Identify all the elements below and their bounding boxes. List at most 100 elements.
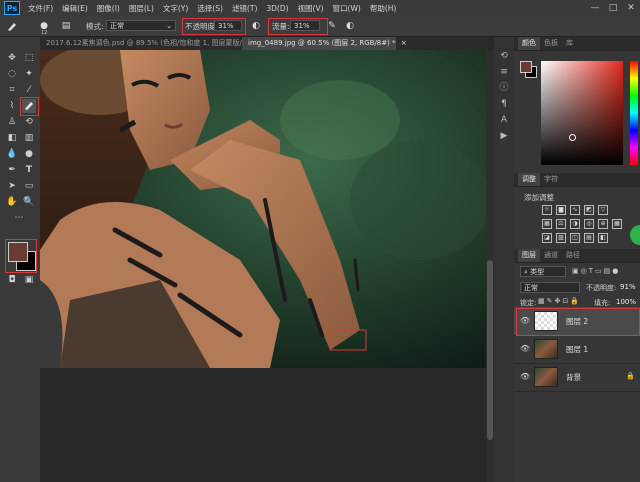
brightness-contrast-icon[interactable]: ☼ xyxy=(542,205,552,215)
color-picker-field[interactable] xyxy=(541,61,623,165)
menu-type[interactable]: 文字(Y) xyxy=(163,3,188,14)
menu-bar: Ps 文件(F) 编辑(E) 图像(I) 图层(L) 文字(Y) 选择(S) 滤… xyxy=(0,0,640,16)
brush-tool-icon[interactable] xyxy=(6,20,18,32)
layer-filter-icons[interactable]: ▣◎T▭▤● xyxy=(572,267,620,275)
menu-layer[interactable]: 图层(L) xyxy=(129,3,154,14)
hue-slider[interactable] xyxy=(630,61,638,165)
pen-icon[interactable]: ✒ xyxy=(5,163,19,177)
tab-color[interactable]: 颜色 xyxy=(518,37,540,50)
quick-select-icon[interactable]: ✦ xyxy=(22,67,36,81)
minimize-button[interactable]: — xyxy=(586,0,604,16)
tab-document-2-label: img_0489.jpg @ 60.5% (图层 2, RGB/8#) * xyxy=(248,39,396,47)
menu-window[interactable]: 窗口(W) xyxy=(333,3,361,14)
airbrush-icon[interactable]: ✎ xyxy=(326,20,338,32)
type-icon[interactable]: T xyxy=(22,163,36,177)
photo-filter-icon[interactable]: ◎ xyxy=(584,219,594,229)
menu-image[interactable]: 图像(I) xyxy=(97,3,120,14)
layer-row-layer1[interactable]: 👁 图层 1 xyxy=(514,335,640,364)
kind-label: 类型 xyxy=(530,268,545,276)
floating-badge[interactable] xyxy=(630,225,640,245)
actions-panel-icon[interactable]: ▶ xyxy=(499,131,509,141)
blur-icon[interactable]: 💧 xyxy=(5,147,19,161)
glyphs-panel-icon[interactable]: A xyxy=(499,115,509,125)
menu-filter[interactable]: 滤镜(T) xyxy=(232,3,257,14)
layer-row-background[interactable]: 👁 背景 🔒 xyxy=(514,363,640,392)
properties-panel-icon[interactable]: ≡ xyxy=(499,67,509,77)
lock-icons[interactable]: ▦✎✥⊡🔒 xyxy=(538,297,581,305)
tab-character[interactable]: 字符 xyxy=(540,173,562,186)
scrollbar-thumb[interactable] xyxy=(487,260,493,440)
hue-saturation-icon[interactable]: ▦ xyxy=(542,219,552,229)
color-lookup-icon[interactable]: ▦ xyxy=(612,219,622,229)
paragraph-panel-icon[interactable]: ¶ xyxy=(499,99,509,109)
healing-icon[interactable]: ⌇ xyxy=(5,99,19,113)
tab-adjustments[interactable]: 调整 xyxy=(518,173,540,186)
path-select-icon[interactable]: ➤ xyxy=(5,179,19,193)
dodge-icon[interactable]: ● xyxy=(22,147,36,161)
pressure-opacity-icon[interactable]: ◐ xyxy=(250,20,262,32)
color-balance-icon[interactable]: ⚖ xyxy=(556,219,566,229)
channel-mixer-icon[interactable]: ⊕ xyxy=(598,219,608,229)
tab-document-2[interactable]: img_0489.jpg @ 60.5% (图层 2, RGB/8#) * × xyxy=(242,37,407,50)
fill-value[interactable]: 100% xyxy=(616,298,636,306)
opacity-input[interactable]: 31% xyxy=(214,20,242,31)
clone-stamp-icon[interactable]: ♙ xyxy=(5,115,19,129)
posterize-icon[interactable]: ▨ xyxy=(556,233,566,243)
eye-icon[interactable]: 👁 xyxy=(520,372,530,382)
screen-mode-icon[interactable]: ▣ xyxy=(22,273,36,287)
eye-icon[interactable]: 👁 xyxy=(520,344,530,354)
tab-layers[interactable]: 图层 xyxy=(518,249,540,262)
curves-icon[interactable]: ∿ xyxy=(570,205,580,215)
close-button[interactable]: ✕ xyxy=(622,0,640,16)
marquee-icon[interactable]: ⬚ xyxy=(22,51,36,65)
menu-edit[interactable]: 编辑(E) xyxy=(62,3,88,14)
tab-libraries[interactable]: 库 xyxy=(562,37,577,50)
selective-color-icon[interactable]: ◧ xyxy=(598,233,608,243)
document-canvas[interactable] xyxy=(40,50,486,368)
menu-file[interactable]: 文件(F) xyxy=(28,3,53,14)
pressure-size-icon[interactable]: ◐ xyxy=(344,20,356,32)
hand-icon[interactable]: ✋ xyxy=(5,195,19,209)
vibrance-icon[interactable]: ▽ xyxy=(598,205,608,215)
maximize-button[interactable]: □ xyxy=(604,0,622,16)
flow-input[interactable]: 31% xyxy=(290,20,320,31)
menu-view[interactable]: 视图(V) xyxy=(298,3,324,14)
history-panel-icon[interactable]: ⟲ xyxy=(499,51,509,61)
layer-opacity-value[interactable]: 91% xyxy=(620,283,636,291)
tab-channels[interactable]: 通道 xyxy=(540,249,562,262)
menu-help[interactable]: 帮助(H) xyxy=(370,3,397,14)
history-brush-icon[interactable]: ⟲ xyxy=(22,115,36,129)
color-panel-foreground-swatch[interactable] xyxy=(520,61,532,73)
gradient-icon[interactable]: ▥ xyxy=(22,131,36,145)
tab-document-1[interactable]: 2017.6.12素焦调色.psd @ 89.5% (色相/饱和度 1, 图层蒙… xyxy=(40,37,266,50)
menu-3d[interactable]: 3D(D) xyxy=(266,4,288,13)
layer-kind-filter[interactable]: ⌕ 类型 xyxy=(520,266,566,277)
lasso-icon[interactable]: ◌ xyxy=(5,67,19,81)
selected-layer-highlight xyxy=(516,308,640,336)
info-panel-icon[interactable]: ⓘ xyxy=(499,83,509,93)
zoom-icon[interactable]: 🔍 xyxy=(22,195,36,209)
shape-icon[interactable]: ▭ xyxy=(22,179,36,193)
black-white-icon[interactable]: ◑ xyxy=(570,219,580,229)
menu-select[interactable]: 选择(S) xyxy=(197,3,223,14)
tab-swatches[interactable]: 色板 xyxy=(540,37,562,50)
quick-mask-icon[interactable]: ◘ xyxy=(5,273,19,287)
crop-icon[interactable]: ⌗ xyxy=(5,83,19,97)
eraser-icon[interactable]: ◧ xyxy=(5,131,19,145)
move-icon[interactable]: ✥ xyxy=(5,51,19,65)
color-picker-cursor[interactable] xyxy=(569,134,576,141)
panel-icon-strip: ⟲ ≡ ⓘ ¶ A ▶ xyxy=(494,37,515,482)
exposure-icon[interactable]: ◩ xyxy=(584,205,594,215)
brush-panel-icon[interactable]: ▤ xyxy=(60,20,72,32)
levels-icon[interactable]: ▆ xyxy=(556,205,566,215)
eyedropper-icon[interactable]: ⁄ xyxy=(22,83,36,97)
gradient-map-icon[interactable]: ▤ xyxy=(584,233,594,243)
tab-close-icon[interactable]: × xyxy=(401,39,407,47)
invert-icon[interactable]: ◪ xyxy=(542,233,552,243)
blend-mode-select[interactable]: 正常 xyxy=(520,282,580,293)
foreground-color-swatch[interactable] xyxy=(8,242,28,262)
more-tools-icon[interactable]: ⋯ xyxy=(12,211,26,225)
tab-paths[interactable]: 路径 xyxy=(562,249,584,262)
threshold-icon[interactable]: ◫ xyxy=(570,233,580,243)
mode-select[interactable]: 正常 ⌄ xyxy=(106,20,176,31)
